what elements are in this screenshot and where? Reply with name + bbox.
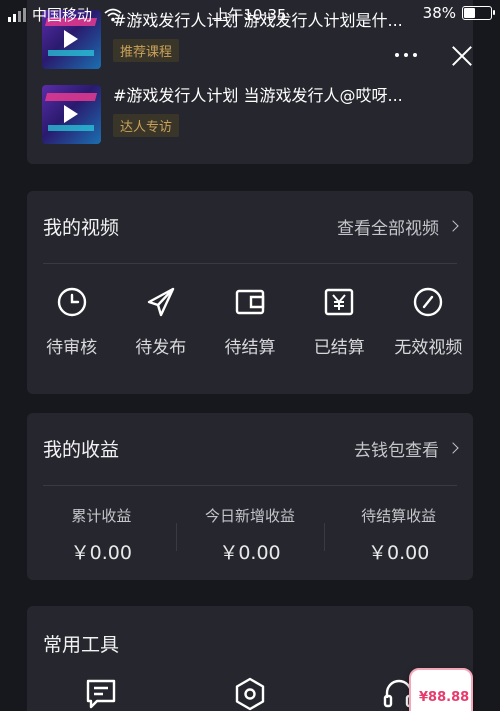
my-income-card: 我的收益 去钱包查看 累计收益 ￥0.00 今日新增收益 ￥0.00 待结算收益… — [27, 413, 473, 580]
status-pending-review[interactable]: 待审核 — [27, 285, 116, 358]
reward-amount: ¥88.88 — [419, 690, 470, 705]
send-icon — [147, 287, 174, 317]
income-value: ￥0.00 — [219, 542, 281, 564]
tool-message[interactable] — [27, 676, 176, 711]
yen-icon — [325, 288, 354, 316]
chevron-right-icon — [447, 442, 459, 454]
my-videos-card: 我的视频 查看全部视频 待审核 待发布 待结算 已结算 无效视频 — [27, 191, 473, 394]
chevron-right-icon — [447, 220, 459, 232]
income-label: 待结算收益 — [361, 507, 437, 525]
status-label: 待结算 — [224, 338, 276, 358]
status-bar: 中国移动 上午10:35 38% — [0, 0, 500, 30]
status-label: 已结算 — [313, 338, 365, 358]
income-pending: 待结算收益 ￥0.00 — [324, 505, 473, 565]
course-item[interactable]: #游戏发行人计划 当游戏发行人@哎呀... 达人专访 — [42, 85, 453, 144]
message-icon — [87, 679, 116, 709]
forbidden-icon — [414, 287, 443, 317]
play-icon — [64, 105, 78, 123]
income-today: 今日新增收益 ￥0.00 — [175, 505, 325, 565]
income-value: ￥0.00 — [368, 542, 430, 564]
course-title: #游戏发行人计划 当游戏发行人@哎呀... — [113, 86, 403, 105]
view-all-videos-label: 查看全部视频 — [337, 218, 439, 239]
go-wallet-label: 去钱包查看 — [354, 440, 439, 461]
course-tag: 达人专访 — [113, 114, 180, 137]
income-value: ￥0.00 — [70, 542, 132, 564]
view-all-videos-link[interactable]: 查看全部视频 — [337, 214, 459, 239]
status-label: 待审核 — [46, 338, 98, 358]
close-button[interactable] — [448, 42, 476, 70]
my-income-title: 我的收益 — [43, 438, 120, 461]
income-label: 累计收益 — [71, 507, 132, 525]
course-tag: 推荐课程 — [113, 39, 180, 62]
go-wallet-link[interactable]: 去钱包查看 — [354, 436, 459, 461]
battery-level — [464, 8, 475, 18]
status-invalid[interactable]: 无效视频 — [384, 285, 473, 358]
my-videos-title: 我的视频 — [43, 216, 120, 239]
settings-icon — [235, 677, 265, 711]
reward-badge[interactable]: ¥88.88 — [409, 668, 473, 711]
tools-card: 常用工具 — [27, 606, 473, 711]
play-icon — [64, 30, 78, 48]
status-settled[interactable]: 已结算 — [295, 285, 384, 358]
status-label: 无效视频 — [394, 338, 463, 358]
tool-settings[interactable] — [176, 676, 325, 711]
status-pending-publish[interactable]: 待发布 — [116, 285, 205, 358]
status-pending-settle[interactable]: 待结算 — [205, 285, 294, 358]
course-thumbnail — [42, 85, 101, 144]
wallet-icon — [235, 289, 265, 315]
more-options-button[interactable] — [386, 42, 426, 68]
tools-title: 常用工具 — [43, 633, 120, 656]
battery-percent: 38% — [422, 4, 456, 22]
income-total: 累计收益 ￥0.00 — [27, 505, 176, 565]
battery-icon — [462, 6, 495, 20]
divider — [43, 263, 457, 264]
income-label: 今日新增收益 — [205, 507, 296, 525]
divider — [43, 485, 457, 486]
status-label: 待发布 — [135, 338, 187, 358]
clock-icon — [57, 287, 86, 317]
